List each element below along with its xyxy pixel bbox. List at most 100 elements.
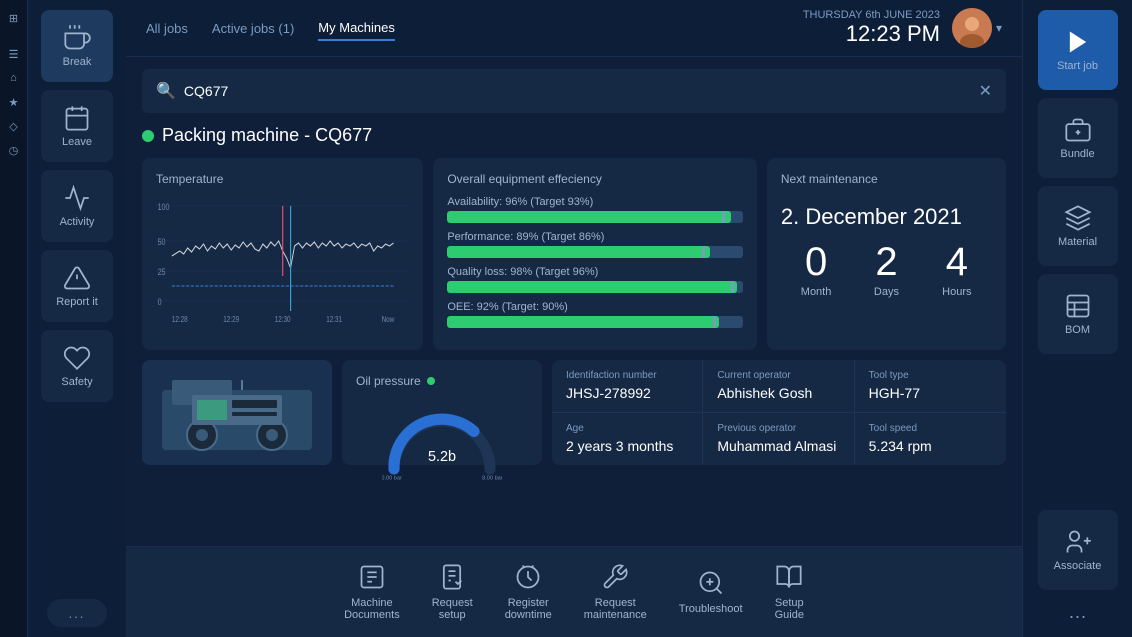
star-icon[interactable]: ★	[4, 92, 24, 112]
right-more[interactable]: ···	[1069, 606, 1087, 627]
temperature-chart: 100 50 25 0 12:28 12:29	[156, 196, 409, 336]
tab-all-jobs[interactable]: All jobs	[146, 17, 188, 40]
bundle-button[interactable]: Bundle	[1038, 98, 1118, 178]
id-label: Identifaction number	[566, 370, 688, 381]
avatar-wrap[interactable]: ▾	[952, 8, 1002, 48]
temperature-title: Temperature	[156, 172, 409, 186]
svg-text:Now: Now	[382, 314, 395, 324]
search-input[interactable]	[184, 83, 979, 99]
close-icon[interactable]: ✕	[979, 81, 992, 101]
machine-details-card: Identifaction number JHSJ-278992 Current…	[552, 360, 1006, 465]
safety-label: Safety	[61, 376, 92, 388]
sidebar-item-break[interactable]: Break	[41, 10, 113, 82]
oee-card: Overall equipment effeciency Availabilit…	[433, 158, 757, 350]
cards-row-2: Oil pressure 5.2b 0.00 bar 8.00 bar	[142, 360, 1006, 465]
register-downtime-label: Registerdowntime	[505, 597, 552, 621]
header: All jobs Active jobs (1) My Machines THU…	[126, 0, 1022, 57]
oee-title: Overall equipment effeciency	[447, 172, 743, 186]
oil-title: Oil pressure	[356, 374, 421, 388]
oee-label-2: Quality loss: 98% (Target 96%)	[447, 266, 743, 278]
maintenance-counters: 0 Month 2 Days 4 Hours	[781, 242, 992, 298]
sidebar-more[interactable]: ...	[47, 599, 107, 627]
bom-button[interactable]: BOM	[1038, 274, 1118, 354]
cards-row-1: Temperature 100 50 25 0	[142, 158, 1006, 350]
month-label: Month	[781, 286, 851, 298]
svg-text:8.00 bar: 8.00 bar	[482, 475, 502, 481]
age-label: Age	[566, 423, 688, 434]
bundle-label: Bundle	[1060, 148, 1094, 160]
sidebar-item-report[interactable]: Report it	[41, 250, 113, 322]
temperature-card: Temperature 100 50 25 0	[142, 158, 423, 350]
svg-text:12:31: 12:31	[326, 314, 342, 324]
gauge-area: 5.2b 0.00 bar 8.00 bar	[356, 396, 528, 486]
tool-request-maintenance[interactable]: Requestmaintenance	[568, 557, 663, 627]
oee-metric-2: Quality loss: 98% (Target 96%)	[447, 266, 743, 293]
report-label: Report it	[56, 296, 98, 308]
sidebar: Break Leave Activity Report it Safety ..…	[28, 0, 126, 637]
prev-operator-label: Previous operator	[717, 423, 839, 434]
svg-text:12:29: 12:29	[223, 314, 239, 324]
tab-my-machines[interactable]: My Machines	[318, 16, 395, 41]
oee-label-3: OEE: 92% (Target: 90%)	[447, 301, 743, 313]
tool-speed-label: Tool speed	[869, 423, 992, 434]
app-nav: ⊞ ☰ ⌂ ★ ◇ ◷	[0, 0, 28, 637]
status-indicator	[142, 130, 154, 142]
detail-operator: Current operator Abhishek Gosh	[703, 360, 854, 413]
request-maintenance-label: Requestmaintenance	[584, 597, 647, 621]
maintenance-date: 2. December 2021	[781, 204, 992, 230]
search-bar: 🔍 ✕	[142, 69, 1006, 113]
operator-value: Abhishek Gosh	[717, 385, 839, 401]
grid-icon[interactable]: ⊞	[4, 8, 24, 28]
oil-status-dot	[427, 377, 435, 385]
clock-icon[interactable]: ◷	[4, 140, 24, 160]
start-job-label: Start job	[1057, 60, 1098, 72]
detail-prev-operator: Previous operator Muhammad Almasi	[703, 413, 854, 466]
bom-label: BOM	[1065, 324, 1090, 336]
associate-label: Associate	[1054, 560, 1102, 572]
associate-button[interactable]: Associate	[1038, 510, 1118, 590]
time-display: 12:23 PM	[803, 21, 940, 47]
sidebar-item-safety[interactable]: Safety	[41, 330, 113, 402]
oee-metric-1: Performance: 89% (Target 86%)	[447, 231, 743, 258]
tool-register-downtime[interactable]: Registerdowntime	[489, 557, 568, 627]
operator-label: Current operator	[717, 370, 839, 381]
date-display: THURSDAY 6th JUNE 2023	[803, 9, 940, 21]
start-job-button[interactable]: Start job	[1038, 10, 1118, 90]
request-setup-label: Requestsetup	[432, 597, 473, 621]
leave-label: Leave	[62, 136, 92, 148]
tab-active-jobs[interactable]: Active jobs (1)	[212, 17, 294, 40]
bookmark-icon[interactable]: ◇	[4, 116, 24, 136]
tool-type-label: Tool type	[869, 370, 992, 381]
content-area: 🔍 ✕ Packing machine - CQ677 Temperature	[126, 57, 1022, 546]
right-panel: Start job Bundle Material BOM Associate …	[1022, 0, 1132, 637]
home-icon[interactable]: ⌂	[4, 68, 24, 88]
days-label: Days	[851, 286, 921, 298]
oee-label-0: Availability: 96% (Target 93%)	[447, 196, 743, 208]
tool-setup-guide[interactable]: SetupGuide	[759, 557, 820, 627]
hours-value: 4	[922, 242, 992, 282]
main-area: All jobs Active jobs (1) My Machines THU…	[126, 0, 1022, 637]
datetime: THURSDAY 6th JUNE 2023 12:23 PM	[803, 9, 940, 47]
break-label: Break	[63, 56, 92, 68]
prev-operator-value: Muhammad Almasi	[717, 438, 839, 454]
setup-guide-label: SetupGuide	[775, 597, 804, 621]
sidebar-item-activity[interactable]: Activity	[41, 170, 113, 242]
days-value: 2	[851, 242, 921, 282]
hamburger-icon[interactable]: ☰	[4, 44, 24, 64]
sidebar-item-leave[interactable]: Leave	[41, 90, 113, 162]
header-tabs: All jobs Active jobs (1) My Machines	[146, 16, 395, 41]
material-button[interactable]: Material	[1038, 186, 1118, 266]
tool-troubleshoot[interactable]: Troubleshoot	[663, 563, 759, 621]
detail-age: Age 2 years 3 months	[552, 413, 703, 466]
svg-text:5.2b: 5.2b	[428, 449, 456, 465]
svg-text:50: 50	[158, 237, 166, 247]
tool-request-setup[interactable]: Requestsetup	[416, 557, 489, 627]
detail-tool-type: Tool type HGH-77	[855, 360, 1006, 413]
oil-title-row: Oil pressure	[356, 374, 528, 388]
tool-machine-docs[interactable]: MachineDocuments	[328, 557, 416, 627]
detail-id: Identifaction number JHSJ-278992	[552, 360, 703, 413]
hours-counter: 4 Hours	[922, 242, 992, 298]
month-value: 0	[781, 242, 851, 282]
age-value: 2 years 3 months	[566, 438, 688, 454]
troubleshoot-label: Troubleshoot	[679, 603, 743, 615]
